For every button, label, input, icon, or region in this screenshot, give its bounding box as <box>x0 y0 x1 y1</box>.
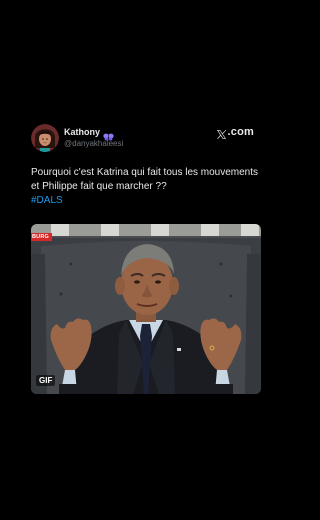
x-logo-icon <box>216 127 227 139</box>
broadcast-tag: BURG <box>31 233 52 241</box>
name-row: Kathony <box>64 127 114 141</box>
gif-frame-image <box>31 224 261 394</box>
user-handle[interactable]: @danyakhaleesi <box>64 139 123 148</box>
tweet-text: Pourquoi c'est Katrina qui fait tous les… <box>31 166 263 208</box>
display-name[interactable]: Kathony <box>64 127 100 137</box>
butterfly-icon <box>103 128 114 141</box>
tweet-card: Kathony @danyakhaleesi .com Pourquoi c'e… <box>31 124 261 394</box>
tweet-media-gif[interactable]: BURG GIF <box>31 224 261 394</box>
hashtag-link[interactable]: #DALS <box>31 194 263 208</box>
tweet-header: Kathony @danyakhaleesi .com <box>31 124 261 154</box>
brand-logo: .com <box>216 126 254 139</box>
tweet-body: Pourquoi c'est Katrina qui fait tous les… <box>31 167 259 192</box>
gif-label: GIF <box>36 375 56 386</box>
avatar[interactable] <box>31 124 59 152</box>
brand-text: .com <box>227 126 254 138</box>
